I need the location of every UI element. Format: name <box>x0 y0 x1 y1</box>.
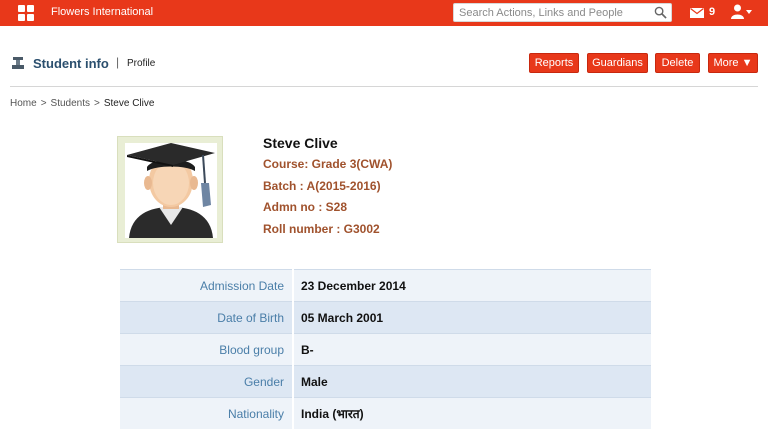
header-divider <box>10 86 758 87</box>
apps-grid-icon <box>18 5 34 21</box>
breadcrumb-students[interactable]: Students <box>51 98 90 110</box>
search-box[interactable] <box>453 3 672 22</box>
table-row: Blood group B- <box>120 333 651 365</box>
title-separator: | <box>116 55 120 69</box>
table-row: Nationality India (भारत) <box>120 397 651 429</box>
student-name: Steve Clive <box>263 135 338 151</box>
row-value: India (भारत) <box>294 397 651 429</box>
breadcrumb-current: Steve Clive <box>103 98 155 109</box>
student-photo-frame <box>117 136 223 243</box>
mail-icon <box>690 7 704 18</box>
table-row: Date of Birth 05 March 2001 <box>120 301 651 333</box>
page-subtitle: Profile <box>127 58 156 69</box>
student-details-table: Admission Date 23 December 2014 Date of … <box>120 269 651 429</box>
row-value: B- <box>294 333 651 365</box>
page-header: Student info | Profile Reports Guardians… <box>0 48 768 80</box>
row-label: Nationality <box>120 397 292 429</box>
search-input[interactable] <box>454 4 650 21</box>
student-info-icon <box>12 57 24 69</box>
user-menu-button[interactable] <box>731 4 752 19</box>
caret-down-icon <box>746 9 752 14</box>
guardians-button[interactable]: Guardians <box>587 53 648 73</box>
table-row: Admission Date 23 December 2014 <box>120 269 651 301</box>
breadcrumb-separator: > <box>94 98 100 109</box>
organization-name[interactable]: Flowers International <box>51 6 153 19</box>
graduate-avatar-icon <box>127 143 215 238</box>
row-label: Blood group <box>120 333 292 365</box>
table-row: Gender Male <box>120 365 651 397</box>
row-label: Date of Birth <box>120 301 292 333</box>
breadcrumb-separator: > <box>40 98 47 109</box>
student-admission-number: Admn no : S28 <box>263 200 348 214</box>
student-course: Course: Grade 3(CWA) <box>263 157 393 171</box>
row-value: 23 December 2014 <box>294 269 651 301</box>
row-label: Gender <box>120 365 292 397</box>
mail-count-badge: 9 <box>709 6 716 18</box>
messages-button[interactable]: 9 <box>690 6 715 19</box>
student-batch: Batch : A(2015-2016) <box>263 178 381 193</box>
student-summary: Steve Clive Course: Grade 3(CWA) Batch :… <box>263 135 392 243</box>
user-icon <box>731 4 744 19</box>
search-icon[interactable] <box>654 6 667 19</box>
breadcrumb: Home > Students > Steve Clive <box>10 98 154 110</box>
more-button[interactable]: More ▼ <box>708 53 758 73</box>
row-label: Admission Date <box>120 269 292 301</box>
apps-menu-button[interactable] <box>10 0 42 26</box>
student-avatar <box>125 143 217 238</box>
top-bar: Flowers International 9 <box>0 0 768 26</box>
student-roll-number: Roll number : G3002 <box>263 221 380 236</box>
delete-button[interactable]: Delete <box>655 53 700 73</box>
row-value: Male <box>294 365 651 397</box>
page-title: Student info <box>33 56 109 71</box>
reports-button[interactable]: Reports <box>529 53 579 73</box>
row-value: 05 March 2001 <box>294 301 651 333</box>
breadcrumb-home[interactable]: Home <box>10 98 37 110</box>
